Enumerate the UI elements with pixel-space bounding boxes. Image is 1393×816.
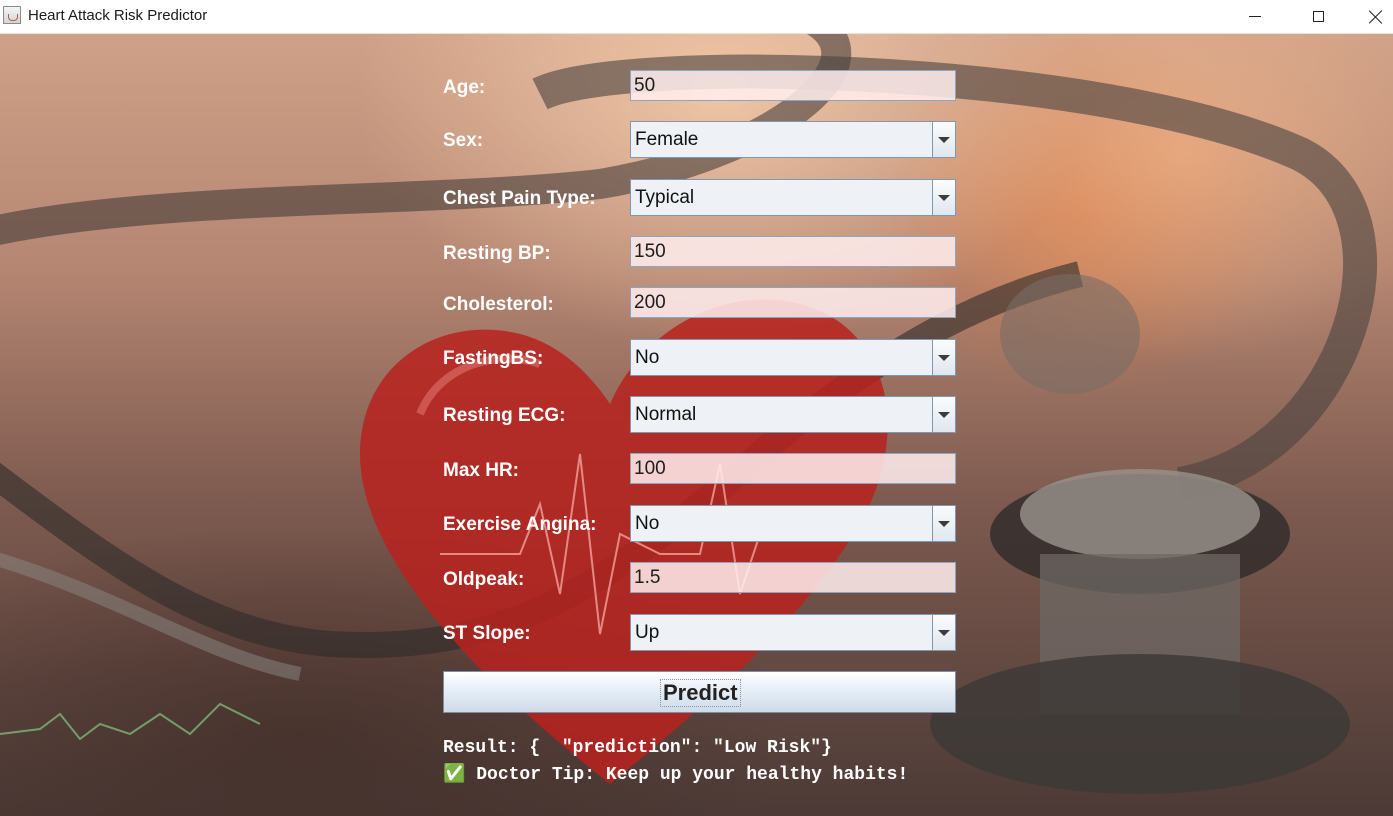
st-slope-selected-value: Up (635, 622, 660, 643)
maximize-button[interactable] (1289, 0, 1347, 33)
resting-bp-input[interactable] (630, 236, 956, 267)
close-button[interactable] (1347, 0, 1393, 33)
doctor-tip-text: ✅ Doctor Tip: Keep up your healthy habit… (443, 765, 909, 785)
result-area: Result: { "prediction": "Low Risk"} ✅ Do… (443, 735, 908, 789)
max-hr-input[interactable] (630, 453, 956, 484)
oldpeak-label: Oldpeak: (443, 569, 525, 590)
result-text: Result: { "prediction": "Low Risk"} (443, 738, 832, 758)
java-app-icon (3, 6, 21, 24)
chest-pain-type-selected-value: Typical (635, 187, 695, 208)
st-slope-label: ST Slope: (443, 623, 531, 644)
cholesterol-input[interactable] (630, 287, 956, 318)
fasting-bs-label: FastingBS: (443, 348, 544, 369)
minimize-button[interactable] (1226, 0, 1284, 33)
oldpeak-input[interactable] (630, 562, 956, 593)
maximize-icon (1312, 11, 1324, 22)
chest-pain-type-dropdown[interactable]: Typical (630, 179, 956, 216)
window-title: Heart Attack Risk Predictor (28, 7, 208, 24)
title-bar: Heart Attack Risk Predictor (0, 0, 1393, 34)
st-slope-dropdown[interactable]: Up (630, 614, 956, 651)
sex-dropdown[interactable]: Female (630, 121, 956, 158)
chevron-down-icon[interactable] (932, 340, 955, 375)
chest-pain-type-label: Chest Pain Type: (443, 188, 596, 209)
chevron-down-icon[interactable] (932, 506, 955, 541)
cholesterol-label: Cholesterol: (443, 294, 554, 315)
chevron-down-icon[interactable] (932, 122, 955, 157)
predict-button[interactable]: Predict (443, 671, 956, 713)
sex-label: Sex: (443, 130, 484, 151)
fasting-bs-dropdown[interactable]: No (630, 339, 956, 376)
fasting-bs-selected-value: No (635, 347, 660, 368)
chevron-down-icon[interactable] (932, 615, 955, 650)
minimize-icon (1249, 16, 1261, 17)
content-panel: Age: Sex: Female Chest Pain Type: Typica… (0, 34, 1393, 816)
chevron-down-icon[interactable] (932, 397, 955, 432)
resting-ecg-dropdown[interactable]: Normal (630, 396, 956, 433)
max-hr-label: Max HR: (443, 460, 520, 481)
resting-bp-label: Resting BP: (443, 243, 551, 264)
age-input[interactable] (630, 70, 956, 101)
exercise-angina-label: Exercise Angina: (443, 514, 597, 535)
chevron-down-icon[interactable] (932, 180, 955, 215)
exercise-angina-dropdown[interactable]: No (630, 505, 956, 542)
resting-ecg-selected-value: Normal (635, 404, 697, 425)
age-label: Age: (443, 77, 486, 98)
exercise-angina-selected-value: No (635, 513, 660, 534)
predict-button-label: Predict (660, 679, 741, 707)
close-icon (1369, 10, 1383, 24)
resting-ecg-label: Resting ECG: (443, 405, 566, 426)
sex-selected-value: Female (635, 129, 699, 150)
